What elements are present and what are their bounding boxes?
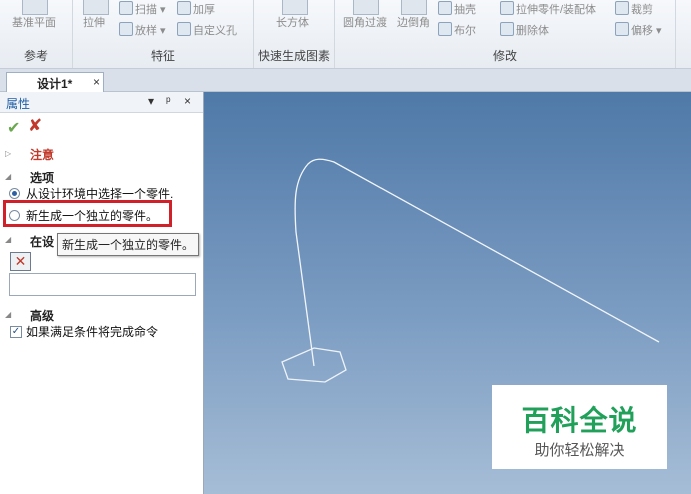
tab-label: 设计1* [37,77,73,91]
tab-design1[interactable]: 设计1* × [6,72,104,92]
chamfer-button[interactable]: 边倒角 [397,14,430,30]
trim-button[interactable]: 裁剪 [615,1,653,17]
in-design-section-label[interactable]: 在设 [30,233,54,250]
tooltip: 新生成一个独立的零件。 [57,233,200,256]
ok-check-icon[interactable]: ✔ [7,118,20,138]
boolean-icon [438,22,452,36]
delete-body-icon [500,22,514,36]
panel-menu-icon[interactable]: ▾ [148,94,154,108]
document-tab-bar: 设计1* × [0,69,691,92]
delete-body-button[interactable]: 删除体 [500,22,549,38]
extrude-part-button[interactable]: 拉伸零件/装配体 [500,1,596,17]
group-label-modify: 修改 [492,49,517,63]
hole-icon [177,22,191,36]
shell-button[interactable]: 抽壳 [438,1,476,17]
complete-command-label[interactable]: 如果满足条件将完成命令 [26,323,158,340]
cancel-cross-icon[interactable]: ✘ [28,116,42,136]
ribbon-group-reference: 基准平面 参考 [0,0,73,68]
tab-close-icon[interactable]: × [93,75,100,89]
ribbon-group-quick: 长方体 快速生成图素 [254,0,335,68]
offset-button[interactable]: 偏移 ▾ [615,22,662,38]
fillet-icon [353,0,379,15]
trim-icon [615,1,629,15]
sweep-button[interactable]: 扫描 ▾ [119,1,166,17]
highlight-box [3,200,172,227]
baseplane-icon [22,0,48,15]
boolean-button[interactable]: 布尔 [438,22,476,38]
ribbon-group-modify: 圆角过渡 边倒角 抽壳 布尔 拉伸零件/装配体 删除体 裁剪 偏移 ▾ 修改 [335,0,676,68]
box-icon [282,0,308,15]
box-button[interactable]: 长方体 [276,14,309,30]
chamfer-icon [401,0,427,15]
shell-icon [438,1,452,15]
advanced-section-label[interactable]: 高级 [30,307,54,324]
fillet-button[interactable]: 圆角过渡 [343,14,387,30]
notice-section-label[interactable]: 注意 [30,146,54,163]
pin-icon[interactable]: ᵖ [166,94,171,108]
group-label-reference: 参考 [23,49,48,63]
thicken-button[interactable]: 加厚 [177,1,215,17]
extrude-icon [83,0,109,15]
watermark-subtitle: 助你轻松解决 [534,442,625,459]
selection-input[interactable] [9,273,196,296]
custom-hole-button[interactable]: 自定义孔 [177,22,237,38]
extrude-part-icon [500,1,514,15]
loft-button[interactable]: 放样 ▾ [119,22,166,38]
collapse-triangle-icon[interactable]: ◢ [5,172,11,181]
options-section-label[interactable]: 选项 [30,169,54,186]
expand-triangle-icon[interactable]: ▷ [5,149,11,158]
panel-header: 属性 ▾ ᵖ × [0,92,203,113]
collapse-triangle-icon[interactable]: ◢ [5,310,11,319]
sweep-path-line [294,158,660,367]
watermark-title: 百科全说 [521,405,638,436]
complete-command-checkbox[interactable]: ✓ [10,326,22,338]
ribbon-toolbar: 基准平面 参考 拉伸 扫描 ▾ 加厚 放样 ▾ 自定义孔 特征 长方体 快速生成… [0,0,691,69]
group-label-quick: 快速生成图素 [257,49,330,63]
radio-select-existing[interactable] [9,188,20,199]
ribbon-group-feature: 拉伸 扫描 ▾ 加厚 放样 ▾ 自定义孔 特征 [73,0,254,68]
collapse-triangle-icon[interactable]: ◢ [5,235,11,244]
remove-selection-icon[interactable]: ✕ [10,252,31,271]
panel-close-icon[interactable]: × [184,94,191,108]
thicken-icon [177,1,191,15]
baseplane-button[interactable]: 基准平面 [12,14,56,30]
panel-title: 属性 [6,97,31,111]
group-label-feature: 特征 [150,49,175,63]
loft-icon [119,22,133,36]
sweep-icon [119,1,133,15]
extrude-button[interactable]: 拉伸 [83,14,105,30]
offset-icon [615,22,629,36]
watermark-logo: 百科全说 助你轻松解决 [492,385,667,469]
